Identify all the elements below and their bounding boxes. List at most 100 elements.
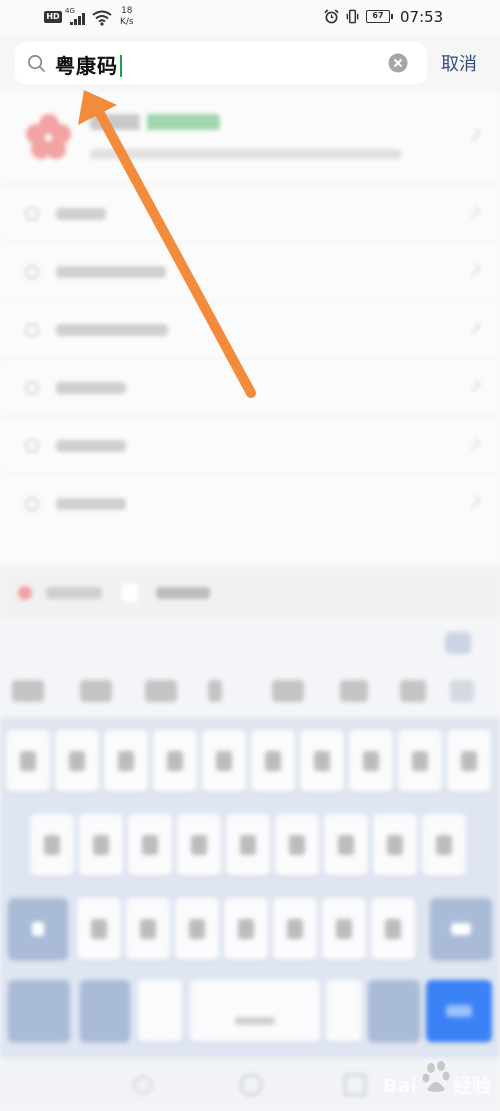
candidate-word[interactable] [400,680,426,702]
keyboard-key[interactable] [398,730,442,792]
candidate-word[interactable] [145,680,177,702]
keyboard-key[interactable] [202,730,246,792]
search-results [0,92,500,562]
shift-key[interactable] [8,898,68,960]
history-bar [0,568,500,618]
network-speed: 18 K/s [120,6,134,28]
keyboard-key[interactable] [324,814,368,876]
candidate-word[interactable] [272,680,304,702]
search-key[interactable] [426,980,492,1042]
chevron-right-icon [467,321,481,335]
keyboard-key[interactable] [422,814,466,876]
suggestion-text [56,266,166,278]
battery-icon: 67 [366,10,393,23]
keyboard-keys [0,718,500,1058]
search-icon [25,381,39,395]
keyboard-key[interactable] [447,730,491,792]
keyboard-key[interactable] [224,898,268,960]
comma-key[interactable] [138,980,182,1042]
chevron-right-icon [467,263,481,277]
back-icon[interactable] [131,1073,155,1097]
suggestion-text [56,208,106,220]
alarm-icon [324,9,339,24]
top-result-title [90,114,220,130]
top-result-subtitle [90,149,402,159]
status-bar: HD 4G 18 K/s 67 07:53 [0,0,500,36]
candidate-word[interactable] [208,680,222,702]
status-right: 67 07:53 [318,6,488,30]
list-item[interactable] [0,242,500,300]
list-item[interactable] [0,358,500,416]
history-chip[interactable] [156,587,210,599]
keyboard-key[interactable] [300,730,344,792]
keyboard-key[interactable] [153,730,197,792]
keyboard [0,622,500,1111]
keyboard-key[interactable] [275,814,319,876]
keyboard-key[interactable] [6,730,50,792]
keyboard-key[interactable] [226,814,270,876]
baidu-watermark: Bai 经验 [383,1061,492,1097]
candidate-word[interactable] [340,680,368,702]
speed-unit: K/s [120,17,134,27]
history-chip[interactable] [46,587,102,599]
status-time: 07:53 [400,8,444,26]
keyboard-key[interactable] [349,730,393,792]
cancel-button[interactable]: 取消 [441,50,477,76]
home-icon[interactable] [240,1074,262,1096]
keyboard-key[interactable] [273,898,317,960]
clear-icon[interactable] [388,53,408,73]
keyboard-key[interactable] [30,814,74,876]
keyboard-toolbar [0,622,500,718]
keyboard-key[interactable] [55,730,99,792]
suggestion-text [56,440,126,452]
search-icon [25,207,39,221]
hd-badge: HD [44,11,62,23]
language-key[interactable] [368,980,420,1042]
suggestion-text [56,324,168,336]
keyboard-key[interactable] [251,730,295,792]
keyboard-toggle-icon[interactable] [445,632,471,654]
search-icon [25,439,39,453]
chevron-right-icon [467,379,481,393]
list-item[interactable] [0,474,500,532]
keyboard-key[interactable] [175,898,219,960]
recents-icon[interactable] [344,1074,366,1096]
suggestion-text [56,498,126,510]
speed-value: 18 [121,6,133,16]
keyboard-key[interactable] [128,814,172,876]
keyboard-key[interactable] [79,814,123,876]
number-key[interactable] [80,980,130,1042]
chevron-right-icon [467,205,481,219]
signal-icon [70,13,86,25]
watermark-suffix: 经验 [453,1074,492,1097]
period-key[interactable] [326,980,362,1042]
keyboard-key[interactable] [126,898,170,960]
chevron-right-icon [467,437,481,451]
keyboard-key[interactable] [322,898,366,960]
candidate-word[interactable] [80,680,112,702]
search-icon [25,265,39,279]
list-item[interactable] [0,300,500,358]
keyboard-key[interactable] [104,730,148,792]
expand-candidates-icon[interactable] [450,680,474,702]
search-query: 粤康码 [55,54,118,78]
top-result-card[interactable] [0,92,500,182]
keyboard-key[interactable] [77,898,121,960]
watermark-brand: Bai [383,1075,417,1097]
backspace-key[interactable] [430,898,492,960]
list-item[interactable] [0,416,500,474]
search-icon [25,323,39,337]
keyboard-key[interactable] [177,814,221,876]
list-item[interactable] [0,184,500,242]
keyboard-key[interactable] [371,898,415,960]
search-icon [25,497,39,511]
candidate-word[interactable] [12,680,44,702]
search-query-container: 粤康码 [55,50,122,79]
suggestion-text [56,382,126,394]
chevron-right-icon [467,495,481,509]
symbols-key[interactable] [8,980,70,1042]
search-input[interactable]: 粤康码 [15,42,427,84]
keyboard-key[interactable] [373,814,417,876]
space-key[interactable] [190,980,320,1042]
search-icon [28,55,46,73]
